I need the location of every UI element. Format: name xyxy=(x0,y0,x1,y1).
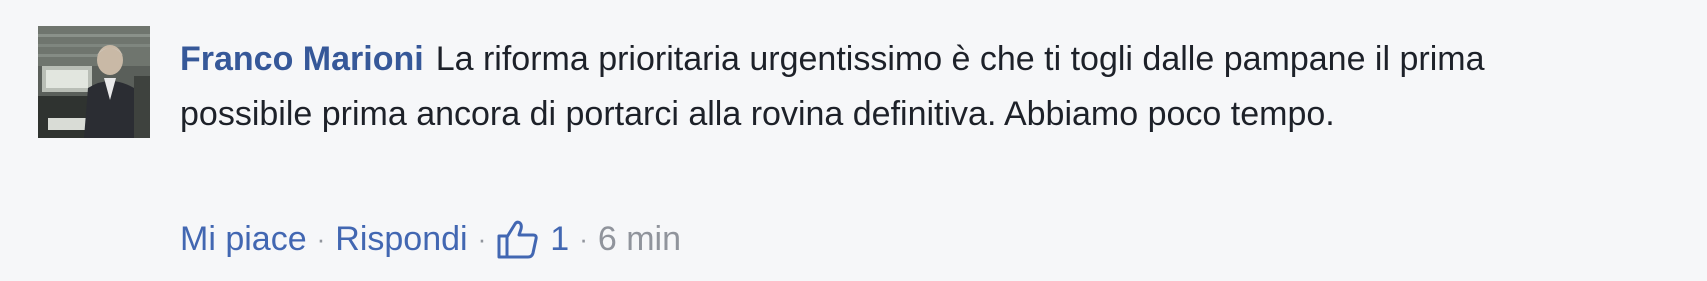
separator: · xyxy=(579,223,588,254)
separator: · xyxy=(316,223,326,254)
comment-actions: Mi piace · Rispondi · 1 · 6 min xyxy=(180,214,681,264)
comment-body: Franco Marioni La riforma prioritaria urg… xyxy=(180,32,1600,142)
like-button[interactable]: Mi piace xyxy=(180,220,307,259)
timestamp[interactable]: 6 min xyxy=(598,220,681,259)
separator: · xyxy=(477,223,487,254)
author-link[interactable]: Franco Marioni xyxy=(180,40,424,78)
comment: Franco Marioni La riforma prioritaria urg… xyxy=(38,26,1678,276)
avatar[interactable] xyxy=(38,26,150,138)
reply-button[interactable]: Rispondi xyxy=(335,220,467,259)
comment-text-block: Franco Marioni La riforma prioritaria urg… xyxy=(180,32,1600,142)
thumbs-up-icon xyxy=(497,220,538,259)
like-count: 1 xyxy=(550,219,570,258)
like-count-button[interactable]: 1 xyxy=(496,219,569,259)
